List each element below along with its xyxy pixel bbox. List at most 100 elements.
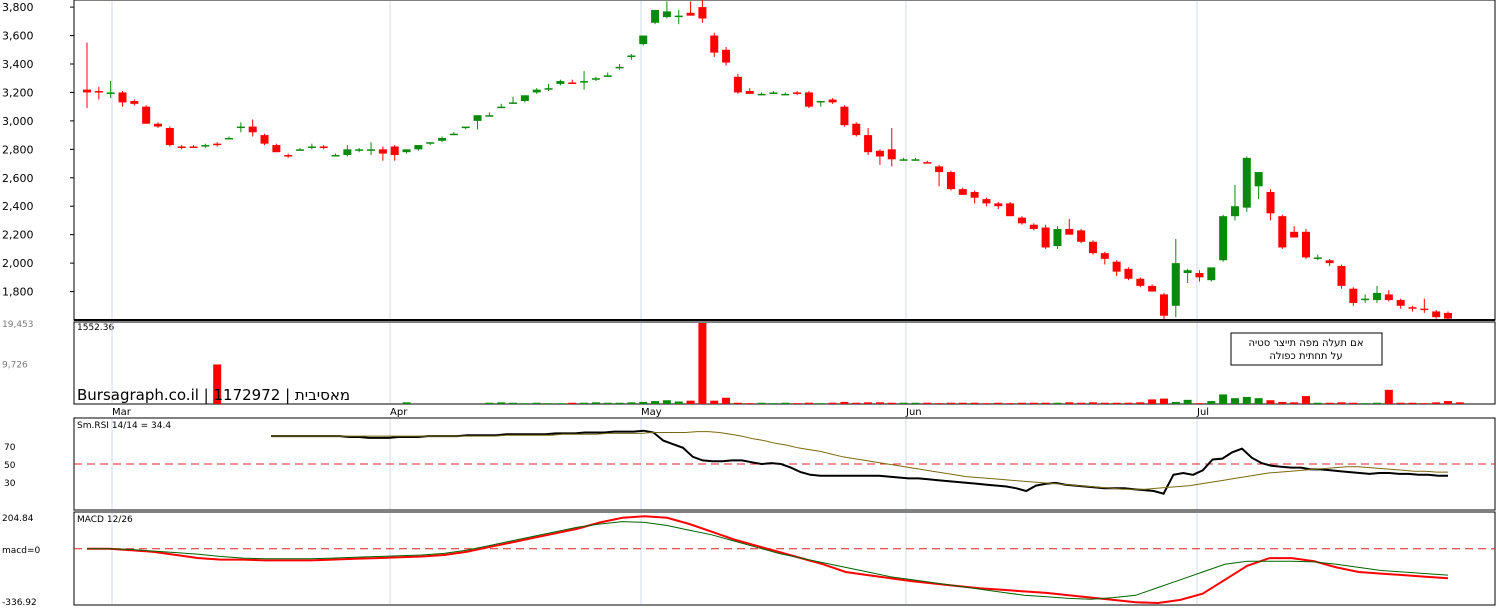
volume-bar xyxy=(1420,403,1429,404)
candle-body xyxy=(852,123,861,136)
price-tick-label: 2,000 xyxy=(2,257,34,270)
volume-bar xyxy=(875,402,884,404)
annotation-line-1: אם תעלה מפה תייצר סטיה xyxy=(1248,338,1363,349)
candle-body xyxy=(509,102,518,104)
candle-body xyxy=(970,192,979,198)
price-tick-label: 3,400 xyxy=(2,58,34,71)
volume-bar xyxy=(1171,401,1180,404)
candle-body xyxy=(355,149,364,151)
candle-body xyxy=(875,150,884,157)
candle-body xyxy=(1159,294,1168,316)
volume-bar xyxy=(1124,402,1133,404)
volume-bar xyxy=(1455,402,1464,404)
candle-body xyxy=(532,89,541,93)
month-label: Mar xyxy=(112,407,132,418)
volume-bar xyxy=(532,402,541,404)
candle-body xyxy=(958,189,967,195)
candle-body xyxy=(1053,228,1062,247)
volume-bar xyxy=(627,402,636,404)
candle-body xyxy=(449,133,458,136)
volume-bar xyxy=(615,402,624,404)
volume-bar xyxy=(1384,389,1393,404)
volume-bar xyxy=(639,401,648,404)
candle-body xyxy=(580,81,589,83)
volume-bar xyxy=(1290,402,1299,404)
volume-max-label: 1552.36 xyxy=(77,323,114,333)
candle-body xyxy=(414,145,423,150)
month-label: Apr xyxy=(390,407,408,418)
volume-bar xyxy=(1029,402,1038,404)
volume-bar xyxy=(1159,398,1168,404)
candle-body xyxy=(1278,216,1287,248)
volume-bar xyxy=(887,402,896,404)
volume-bar xyxy=(1219,394,1228,404)
candle-body xyxy=(83,89,91,93)
month-label: Jul xyxy=(1196,407,1209,418)
candle-body xyxy=(272,145,281,153)
candle-body xyxy=(1384,294,1393,301)
month-label: Jun xyxy=(905,407,922,418)
volume-bar xyxy=(733,402,742,404)
candle-body xyxy=(236,126,245,129)
volume-bar xyxy=(958,402,967,404)
candle-body xyxy=(1195,273,1204,278)
candle-body xyxy=(461,126,470,129)
candle-body xyxy=(994,203,1003,207)
candle-body xyxy=(213,143,222,146)
chart-background xyxy=(0,0,1496,606)
volume-bar xyxy=(793,403,802,404)
candle-body xyxy=(710,35,719,53)
price-tick-label: 3,800 xyxy=(2,1,34,14)
candle-body xyxy=(1006,203,1015,217)
volume-bar xyxy=(1207,401,1216,404)
volume-bar xyxy=(1230,398,1239,404)
candle-body xyxy=(260,135,269,144)
volume-bar xyxy=(1065,402,1074,404)
price-tick-label: 3,600 xyxy=(2,30,34,43)
volume-bar xyxy=(911,402,920,404)
candle-body xyxy=(1396,300,1405,306)
volume-bar xyxy=(686,400,695,404)
volume-bar xyxy=(1408,402,1417,404)
volume-bar xyxy=(1361,403,1370,404)
candle-body xyxy=(1124,268,1133,279)
candle-body xyxy=(1254,172,1263,187)
candle-body xyxy=(556,81,565,84)
candle-body xyxy=(106,92,115,94)
candle-body xyxy=(781,93,790,96)
volume-bar xyxy=(591,402,600,404)
candle-body xyxy=(698,7,707,19)
candle-body xyxy=(201,145,210,147)
volume-bar xyxy=(1242,396,1251,404)
candle-body xyxy=(1290,231,1299,238)
candle-body xyxy=(745,91,754,94)
candle-body xyxy=(722,49,731,63)
volume-bar xyxy=(556,403,565,404)
candle-body xyxy=(674,15,683,18)
rsi-tick-label: 30 xyxy=(4,479,16,489)
candle-body xyxy=(1088,241,1097,254)
candle-body xyxy=(1207,267,1216,281)
volume-bar xyxy=(1195,403,1204,404)
volume-bar xyxy=(1006,403,1015,404)
volume-bar xyxy=(1396,402,1405,404)
candle-body xyxy=(544,88,553,90)
volume-bar xyxy=(1041,402,1050,404)
volume-bar xyxy=(1337,402,1346,404)
volume-bar xyxy=(1372,402,1381,404)
volume-bar xyxy=(1112,402,1121,404)
volume-bar xyxy=(994,402,1003,404)
annotation-line-2: על תחתית כפולה xyxy=(1269,351,1342,362)
volume-bar xyxy=(1077,402,1086,404)
candle-body xyxy=(296,149,305,151)
volume-bar xyxy=(1136,402,1145,404)
candle-body xyxy=(94,91,103,93)
price-tick-label: 2,200 xyxy=(2,229,34,242)
candle-body xyxy=(816,100,825,103)
volume-bar xyxy=(603,402,612,404)
annotation-box: אם תעלה מפה תייצר סטיה על תחתית כפולה xyxy=(1230,332,1383,366)
volume-watermark: Bursagraph.co.il | 1172972 | מאסיבית xyxy=(77,386,350,404)
volume-bar xyxy=(1053,402,1062,404)
rsi-y-ticks: 70 50 30 xyxy=(4,443,16,489)
candle-body xyxy=(378,149,387,154)
